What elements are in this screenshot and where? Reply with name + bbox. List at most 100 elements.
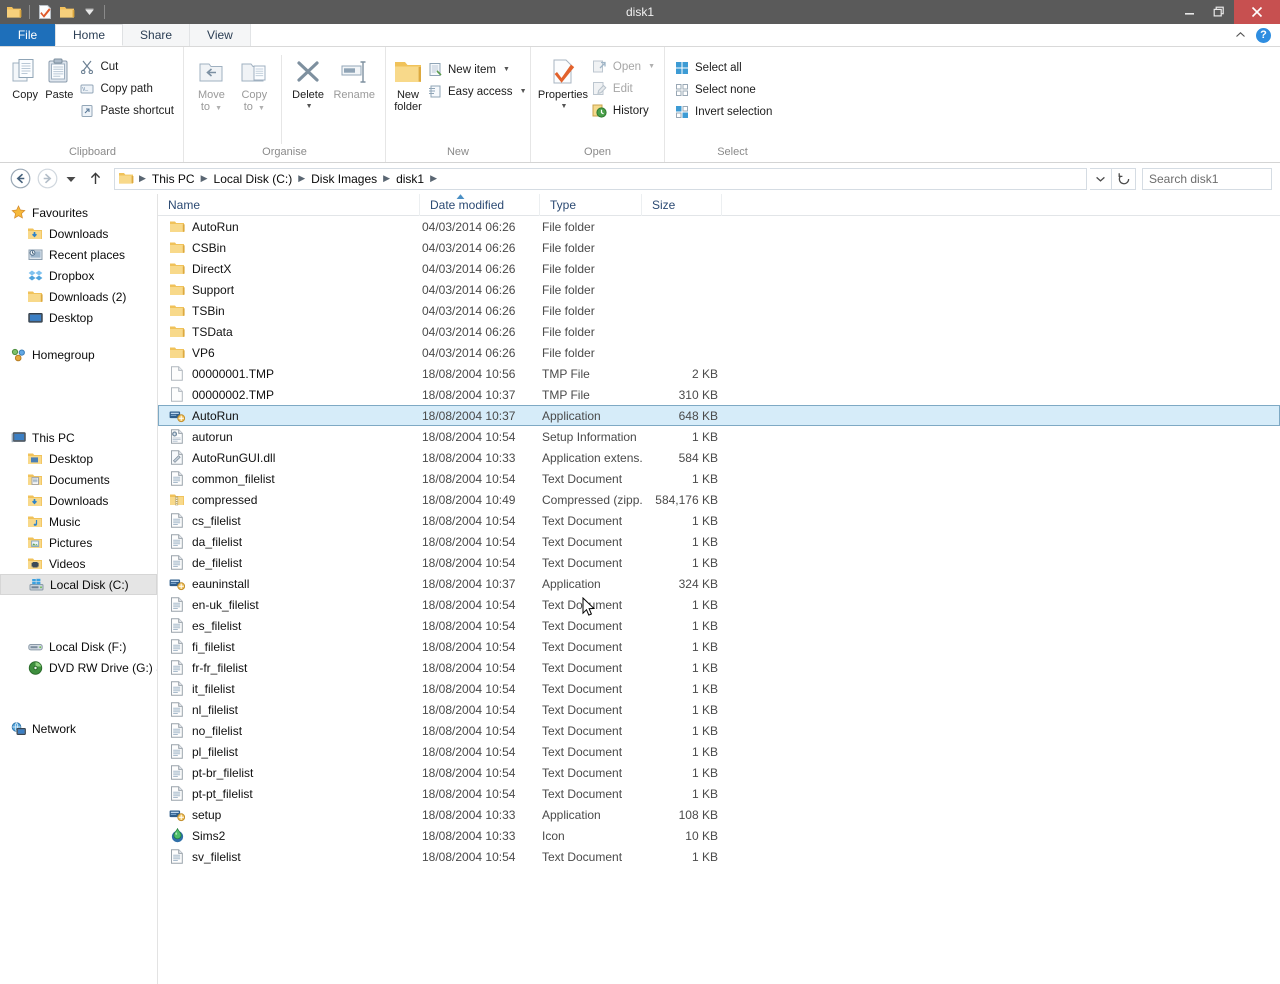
sidebar-item-downloads-2[interactable]: Downloads (2) [0,286,157,307]
new-item-button[interactable]: New item ▼ [424,59,530,80]
sidebar-item-documents[interactable]: Documents [0,469,157,490]
table-row[interactable]: Sims2 18/08/2004 10:33 Icon 10 KB [158,825,1280,846]
table-row[interactable]: eauninstall 18/08/2004 10:37 Application 32… [158,573,1280,594]
table-row[interactable]: es_filelist 18/08/2004 10:54 Text Document… [158,615,1280,636]
table-row[interactable]: fr-fr_filelist 18/08/2004 10:54 Text Docum… [158,657,1280,678]
folder-icon[interactable] [4,2,24,22]
breadcrumb-item-this-pc[interactable]: This PC [149,172,198,186]
breadcrumb-item-disk1[interactable]: disk1 [393,172,427,186]
close-icon[interactable] [1234,0,1280,24]
table-row[interactable]: autorun 18/08/2004 10:54 Setup Information… [158,426,1280,447]
table-row[interactable]: en-uk_filelist 18/08/2004 10:54 Text Docum… [158,594,1280,615]
new-item-caret-icon[interactable]: ▼ [503,66,510,73]
chevron-down-icon[interactable] [1090,167,1112,190]
column-header-date-modified[interactable]: Date modified [420,193,540,216]
table-row[interactable]: compressed 18/08/2004 10:49 Compressed (zi… [158,489,1280,510]
up-icon[interactable] [83,167,107,191]
new-folder-button[interactable]: New folder [392,51,424,113]
sidebar-item-local-disk-c[interactable]: Local Disk (C:) [0,574,157,595]
table-row[interactable]: VP6 04/03/2014 06:26 File folder [158,342,1280,363]
easy-access-caret-icon[interactable]: ▼ [520,88,527,95]
delete-caret-icon[interactable]: ▼ [306,101,313,113]
forward-icon[interactable] [35,167,59,191]
tab-share[interactable]: Share [123,24,191,46]
table-row[interactable]: pl_filelist 18/08/2004 10:54 Text Document… [158,741,1280,762]
new-folder-icon[interactable] [57,2,77,22]
sidebar-item-desktop[interactable]: Desktop [0,307,157,328]
copy-to-button[interactable]: Copy to ▼ [233,51,276,115]
chevron-up-icon[interactable] [1235,28,1246,42]
properties-caret-icon[interactable]: ▼ [560,101,567,113]
table-row[interactable]: 00000001.TMP 18/08/2004 10:56 TMP File 2 KB [158,363,1280,384]
table-row[interactable]: CSBin 04/03/2014 06:26 File folder [158,237,1280,258]
table-row[interactable]: sv_filelist 18/08/2004 10:54 Text Document… [158,846,1280,867]
refresh-icon[interactable] [1112,167,1136,190]
sidebar-item-favourites[interactable]: Favourites [0,202,157,223]
table-row[interactable]: fi_filelist 18/08/2004 10:54 Text Document… [158,636,1280,657]
history-button[interactable]: History [589,100,658,121]
search-box[interactable] [1142,167,1280,190]
sidebar-item-downloads[interactable]: Downloads [0,223,157,244]
table-row[interactable]: TSData 04/03/2014 06:26 File folder [158,321,1280,342]
cut-button[interactable]: Cut [76,56,177,77]
breadcrumb[interactable]: ▶ This PC ▶ Local Disk (C:) ▶ Disk Image… [114,167,1087,190]
rename-button[interactable]: Rename [330,51,380,101]
open-button[interactable]: Open ▼ [589,56,658,77]
table-row[interactable]: cs_filelist 18/08/2004 10:54 Text Document… [158,510,1280,531]
table-row[interactable]: no_filelist 18/08/2004 10:54 Text Document… [158,720,1280,741]
recent-locations-icon[interactable] [62,167,80,191]
table-row[interactable]: DirectX 04/03/2014 06:26 File folder [158,258,1280,279]
select-none-button[interactable]: Select none [671,79,775,100]
properties-button[interactable]: Properties ▼ [537,51,589,113]
move-to-button[interactable]: Move to ▼ [190,51,233,115]
sidebar-item-downloads-pc[interactable]: Downloads [0,490,157,511]
breadcrumb-item-disk-images[interactable]: Disk Images [308,172,380,186]
table-row[interactable]: nl_filelist 18/08/2004 10:54 Text Document… [158,699,1280,720]
sidebar-item-network[interactable]: Network [0,718,157,739]
breadcrumb-sep-3[interactable]: ▶ [380,173,393,184]
column-header-type[interactable]: Type [540,193,642,216]
tab-home[interactable]: Home [55,24,124,46]
edit-button[interactable]: Edit [589,78,658,99]
sidebar-item-this-pc[interactable]: This PC [0,427,157,448]
breadcrumb-sep-2[interactable]: ▶ [295,173,308,184]
paste-button[interactable]: Paste [42,51,76,101]
tab-view[interactable]: View [190,24,251,46]
minimize-icon[interactable] [1174,0,1204,24]
table-row[interactable]: common_filelist 18/08/2004 10:54 Text Docu… [158,468,1280,489]
sidebar-item-dropbox[interactable]: Dropbox [0,265,157,286]
restore-icon[interactable] [1204,0,1234,24]
select-all-button[interactable]: Select all [671,57,775,78]
copy-path-button[interactable]: \\.. Copy path [76,78,177,99]
help-icon[interactable]: ? [1256,27,1271,43]
table-row[interactable]: Support 04/03/2014 06:26 File folder [158,279,1280,300]
breadcrumb-sep-1[interactable]: ▶ [198,173,211,184]
back-icon[interactable] [8,167,32,191]
sidebar-item-recent-places[interactable]: Recent places [0,244,157,265]
easy-access-button[interactable]: Easy access ▼ [424,81,530,102]
table-row[interactable]: pt-br_filelist 18/08/2004 10:54 Text Docum… [158,762,1280,783]
open-caret-icon[interactable]: ▼ [648,63,655,70]
table-row[interactable]: AutoRun 18/08/2004 10:37 Application 648 KB [158,405,1280,426]
search-input[interactable] [1149,171,1280,186]
delete-button[interactable]: Delete ▼ [287,51,330,113]
sidebar-item-videos[interactable]: Videos [0,553,157,574]
sidebar-item-pictures[interactable]: Pictures [0,532,157,553]
tab-file[interactable]: File [0,24,55,46]
table-row[interactable]: da_filelist 18/08/2004 10:54 Text Document… [158,531,1280,552]
table-row[interactable]: it_filelist 18/08/2004 10:54 Text Document… [158,678,1280,699]
sidebar-item-homegroup[interactable]: Homegroup [0,344,157,365]
sidebar-item-local-disk-f[interactable]: Local Disk (F:) [0,636,157,657]
sidebar-item-music[interactable]: Music [0,511,157,532]
table-row[interactable]: pt-pt_filelist 18/08/2004 10:54 Text Docum… [158,783,1280,804]
breadcrumb-item-local-disk-c[interactable]: Local Disk (C:) [211,172,296,186]
breadcrumb-sep-0[interactable]: ▶ [136,173,149,184]
table-row[interactable]: TSBin 04/03/2014 06:26 File folder [158,300,1280,321]
table-row[interactable]: 00000002.TMP 18/08/2004 10:37 TMP File 310 … [158,384,1280,405]
paste-shortcut-button[interactable]: Paste shortcut [76,100,177,121]
customize-chevron-icon[interactable] [79,2,99,22]
column-header-size[interactable]: Size [642,193,722,216]
table-row[interactable]: setup 18/08/2004 10:33 Application 108 KB [158,804,1280,825]
table-row[interactable]: AutoRunGUI.dll 18/08/2004 10:33 Applicatio… [158,447,1280,468]
table-row[interactable]: de_filelist 18/08/2004 10:54 Text Document… [158,552,1280,573]
